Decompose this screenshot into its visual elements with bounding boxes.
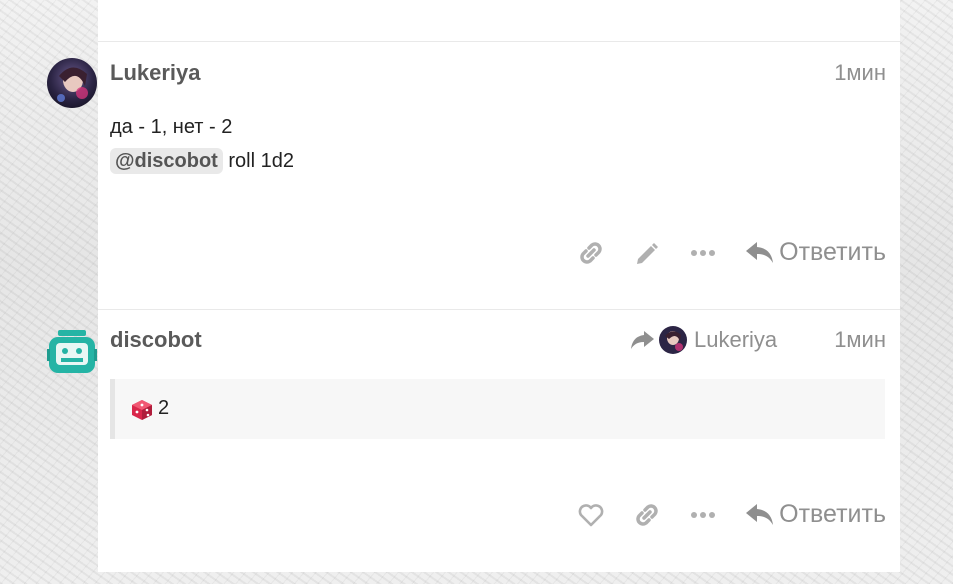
post-line-2: @discobot roll 1d2 — [110, 144, 294, 178]
avatar[interactable] — [47, 327, 97, 377]
reply-button[interactable]: Ответить — [745, 500, 886, 529]
post-username[interactable]: discobot — [110, 327, 202, 353]
pencil-icon[interactable] — [633, 239, 661, 267]
post-body: да - 1, нет - 2 @discobot roll 1d2 — [110, 110, 294, 178]
post-line-1: да - 1, нет - 2 — [110, 116, 233, 138]
topic-stream: Lukeriya 1мин да - 1, нет - 2 @discobot … — [47, 0, 900, 572]
post-actions: Ответить — [549, 238, 886, 267]
reply-label: Ответить — [779, 500, 886, 528]
ellipsis-icon[interactable] — [689, 239, 717, 267]
reply-to-avatar — [659, 326, 687, 354]
post-date[interactable]: 1мин — [834, 327, 886, 353]
share-arrow-icon — [631, 331, 654, 349]
reply-to-tab[interactable]: Lukeriya — [629, 326, 777, 354]
post-line-2-text: roll 1d2 — [222, 150, 294, 172]
dice-result-value: 2 — [158, 397, 170, 419]
link-icon[interactable] — [577, 239, 605, 267]
ellipsis-icon[interactable] — [689, 501, 717, 529]
heart-icon[interactable] — [577, 501, 605, 529]
post-actions: Ответить — [549, 500, 886, 529]
dice-icon — [132, 400, 152, 420]
link-icon[interactable] — [633, 501, 661, 529]
reply-to-username: Lukeriya — [694, 327, 778, 352]
post-divider — [98, 309, 900, 310]
reply-button[interactable]: Ответить — [745, 238, 886, 267]
post-divider — [98, 41, 900, 42]
reply-icon — [746, 241, 774, 263]
post-username[interactable]: Lukeriya — [110, 60, 201, 86]
avatar[interactable] — [47, 58, 97, 108]
reply-label: Ответить — [779, 238, 886, 266]
mention-link[interactable]: @discobot — [110, 148, 223, 174]
dice-result-block: 2 — [110, 379, 885, 439]
reply-icon — [746, 503, 774, 525]
post-date[interactable]: 1мин — [834, 60, 886, 86]
